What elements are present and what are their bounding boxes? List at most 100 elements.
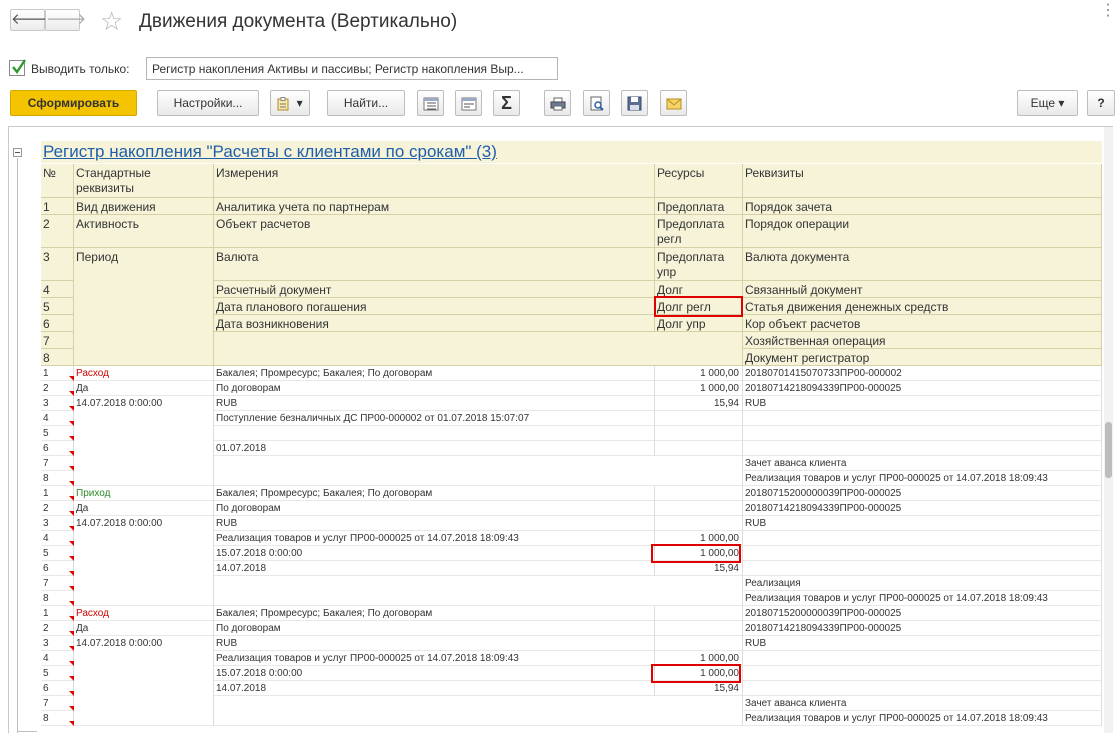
record-resource <box>655 411 743 426</box>
record-activity: Да <box>74 621 214 636</box>
output-only-field[interactable]: Регистр накопления Активы и пассивы; Рег… <box>146 57 558 80</box>
record-attribute: Зачет аванса клиента <box>743 696 1102 711</box>
sigma-icon: Σ <box>501 93 512 113</box>
chevron-down-icon: ▾ <box>296 96 303 110</box>
record-resource <box>655 621 743 636</box>
more-button[interactable]: Еще ▾ <box>1017 90 1078 116</box>
record-kind: Расход <box>74 606 214 621</box>
scrollbar-thumb[interactable] <box>1105 422 1112 478</box>
record-resource <box>655 636 743 651</box>
record-attribute: Реализация <box>743 576 1102 591</box>
back-button[interactable]: 🡐 <box>10 9 51 31</box>
record-attribute <box>743 651 1102 666</box>
record-dimension: По договорам <box>214 381 655 396</box>
record-attribute <box>743 681 1102 696</box>
record-resource <box>655 501 743 516</box>
record-attribute: RUB <box>743 636 1102 651</box>
record-attribute <box>743 666 1102 681</box>
settings-button[interactable]: Настройки... <box>157 90 259 116</box>
record-dimension <box>214 426 655 441</box>
printer-icon <box>550 97 565 111</box>
record-attribute: 20180715200000039ПР00-000025 <box>743 606 1102 621</box>
more-actions-icon[interactable]: ⋮ <box>1100 3 1116 19</box>
expand-groups-button[interactable] <box>417 90 444 116</box>
record-resource <box>655 426 743 441</box>
record-attribute <box>743 561 1102 576</box>
header-row-num: 3 <box>41 248 74 281</box>
record-resource: 1 000,00 <box>655 381 743 396</box>
header-std-field: Активность <box>74 215 214 248</box>
header-row-num: 7 <box>41 332 74 349</box>
record-attribute: Реализация товаров и услуг ПР00-000025 о… <box>743 711 1102 726</box>
record-resource: 15,94 <box>655 396 743 411</box>
print-button[interactable] <box>544 90 571 116</box>
record-attribute: 20180714218094339ПР00-000025 <box>743 501 1102 516</box>
table-collapse-icon <box>461 97 476 111</box>
record-attribute: Зачет аванса клиента <box>743 456 1102 471</box>
generate-button[interactable]: Сформировать <box>10 90 137 116</box>
record-dimension: Реализация товаров и услуг ПР00-000025 о… <box>214 531 655 546</box>
header-col-standard: Стандартные реквизиты <box>74 164 214 198</box>
help-button[interactable]: ? <box>1087 90 1115 116</box>
record-dimension: Реализация товаров и услуг ПР00-000025 о… <box>214 651 655 666</box>
record-activity: Да <box>74 381 214 396</box>
record-attribute <box>743 546 1102 561</box>
vertical-scrollbar[interactable] <box>1104 127 1113 733</box>
find-button[interactable]: Найти... <box>327 90 405 116</box>
header-attr-field: Документ регистратор <box>743 349 1102 366</box>
record-activity: Да <box>74 501 214 516</box>
save-button[interactable] <box>621 90 648 116</box>
record-dimension: 14.07.2018 <box>214 681 655 696</box>
header-row-num: 6 <box>41 315 74 332</box>
record-attribute: Реализация товаров и услуг ПР00-000025 о… <box>743 471 1102 486</box>
header-res-field: Предоплата упр <box>655 248 743 281</box>
report-variant-button[interactable]: ▾ <box>270 90 310 116</box>
favorite-star-icon[interactable]: ☆ <box>100 6 123 36</box>
header-row-num: 4 <box>41 281 74 298</box>
record-dimension: 01.07.2018 <box>214 441 655 456</box>
record-period: 14.07.2018 0:00:00 <box>74 636 214 726</box>
record-dim-empty <box>214 456 743 486</box>
sum-button[interactable]: Σ <box>493 90 520 116</box>
header-std-field: Вид движения <box>74 198 214 215</box>
record-resource: 15,94 <box>655 561 743 576</box>
output-only-checkbox[interactable] <box>9 59 26 76</box>
record-attribute: 20180714218094339ПР00-000025 <box>743 621 1102 636</box>
header-res-field: Предоплата <box>655 198 743 215</box>
record-attribute <box>743 426 1102 441</box>
record-period: 14.07.2018 0:00:00 <box>74 396 214 486</box>
header-attr-field: Хозяйственная операция <box>743 332 1102 349</box>
header-dim-field: Расчетный документ <box>214 281 655 298</box>
record-kind: Приход <box>74 486 214 501</box>
record-dimension: По договорам <box>214 621 655 636</box>
print-preview-button[interactable] <box>583 90 610 116</box>
header-col-resources: Ресурсы <box>655 164 743 198</box>
header-col-dimensions: Измерения <box>214 164 655 198</box>
highlight-debt-regl-value <box>651 544 741 563</box>
record-attribute: 20180714218094339ПР00-000025 <box>743 381 1102 396</box>
header-res-field: Предоплата регл <box>655 215 743 248</box>
checkmark-icon <box>12 59 26 75</box>
report-area: Регистр накопления "Расчеты с клиентами … <box>8 126 1113 733</box>
highlight-debt-regl-value <box>651 664 741 683</box>
collapse-groups-button[interactable] <box>455 90 482 116</box>
header-attr-field: Связанный документ <box>743 281 1102 298</box>
record-resource: 1 000,00 <box>655 366 743 381</box>
forward-button[interactable]: 🡒 <box>45 9 86 31</box>
header-dim-field: Валюта <box>214 248 655 281</box>
record-attribute: Реализация товаров и услуг ПР00-000025 о… <box>743 591 1102 606</box>
record-attribute <box>743 531 1102 546</box>
collapse-group-icon[interactable] <box>13 148 22 157</box>
header-dim-field: Дата возникновения <box>214 315 655 332</box>
header-attr-field: Статья движения денежных средств <box>743 298 1102 315</box>
record-resource <box>655 606 743 621</box>
header-col-attributes: Реквизиты <box>743 164 1102 198</box>
send-email-button[interactable] <box>660 90 687 116</box>
header-row-num: 5 <box>41 298 74 315</box>
record-dim-empty <box>214 696 743 726</box>
output-only-label: Выводить только: <box>31 62 130 76</box>
register-title-link[interactable]: Регистр накопления "Расчеты с клиентами … <box>41 141 1102 163</box>
header-col-num: № <box>41 164 74 198</box>
record-attribute: 2018070141507073ЗПР00-000002 <box>743 366 1102 381</box>
header-dim-field: Объект расчетов <box>214 215 655 248</box>
